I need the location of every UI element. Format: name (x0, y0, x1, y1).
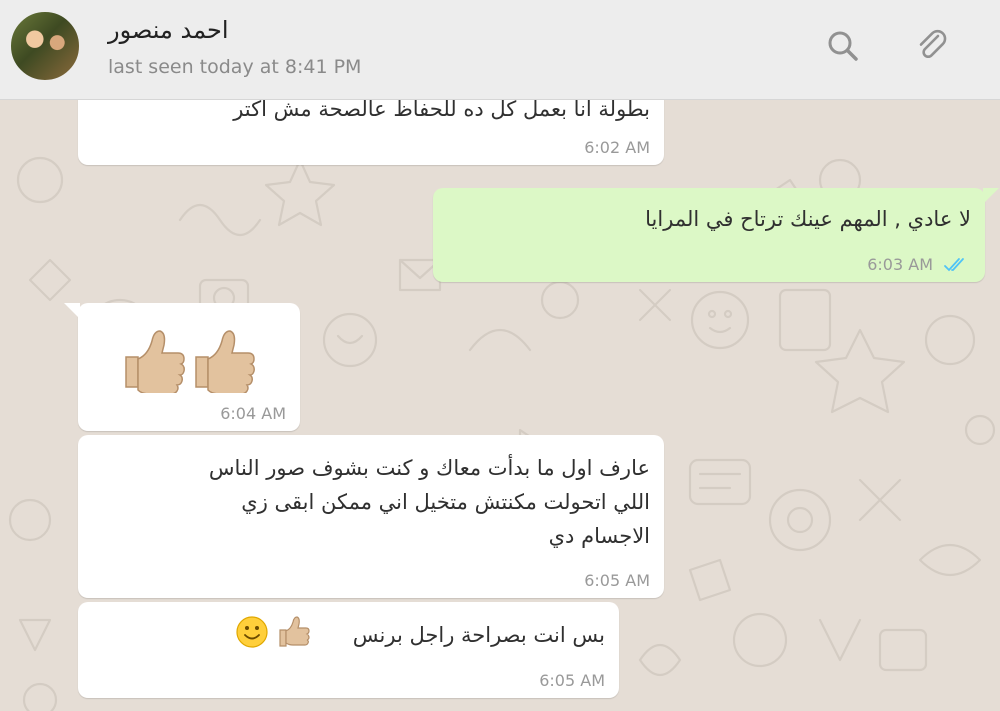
contact-avatar[interactable] (9, 10, 81, 82)
message-text: بس انت بصراحة راجل برنس (352, 623, 605, 647)
message-text-line: اللي اتحولت مكنتش متخيل اني ممكن ابقى زي (241, 490, 650, 514)
contact-name[interactable]: احمد منصور (108, 16, 229, 44)
message-bubble-incoming[interactable]: 6:04 AM (64, 303, 300, 431)
thumbs-up-smile-emoji (236, 614, 316, 654)
message-text: بطولة انا بعمل كل ده للحفاظ عالصحة مش اك… (233, 100, 650, 121)
bubble-tail (64, 303, 80, 319)
message-list[interactable]: بطولة انا بعمل كل ده للحفاظ عالصحة مش اك… (0, 100, 1000, 711)
message-bubble-incoming[interactable]: بطولة انا بعمل كل ده للحفاظ عالصحة مش اك… (78, 100, 664, 165)
message-bubble-incoming[interactable]: عارف اول ما بدأت معاك و كنت بشوف صور الن… (78, 435, 664, 598)
chat-header: احمد منصور last seen today at 8:41 PM (0, 0, 1000, 100)
message-bubble-outgoing[interactable]: لا عادي , المهم عينك ترتاح في المرايا 6:… (433, 188, 999, 282)
paperclip-icon[interactable] (912, 26, 952, 66)
message-time: 6:03 AM (867, 255, 933, 274)
bubble-tail (983, 188, 999, 204)
last-seen-status: last seen today at 8:41 PM (108, 56, 362, 78)
message-time: 6:05 AM (584, 571, 650, 590)
double-check-icon (944, 258, 964, 272)
message-time: 6:02 AM (584, 138, 650, 157)
message-text-line: الاجسام دي (548, 524, 650, 548)
search-icon[interactable] (823, 26, 863, 66)
thumbs-up-emoji (118, 323, 258, 397)
message-text: لا عادي , المهم عينك ترتاح في المرايا (645, 207, 971, 231)
message-time: 6:05 AM (539, 671, 605, 690)
message-bubble-incoming[interactable]: بس انت بصراحة راجل برنس 6:05 AM (78, 602, 619, 698)
message-time: 6:04 AM (220, 404, 286, 423)
message-text-line: عارف اول ما بدأت معاك و كنت بشوف صور الن… (208, 456, 650, 480)
